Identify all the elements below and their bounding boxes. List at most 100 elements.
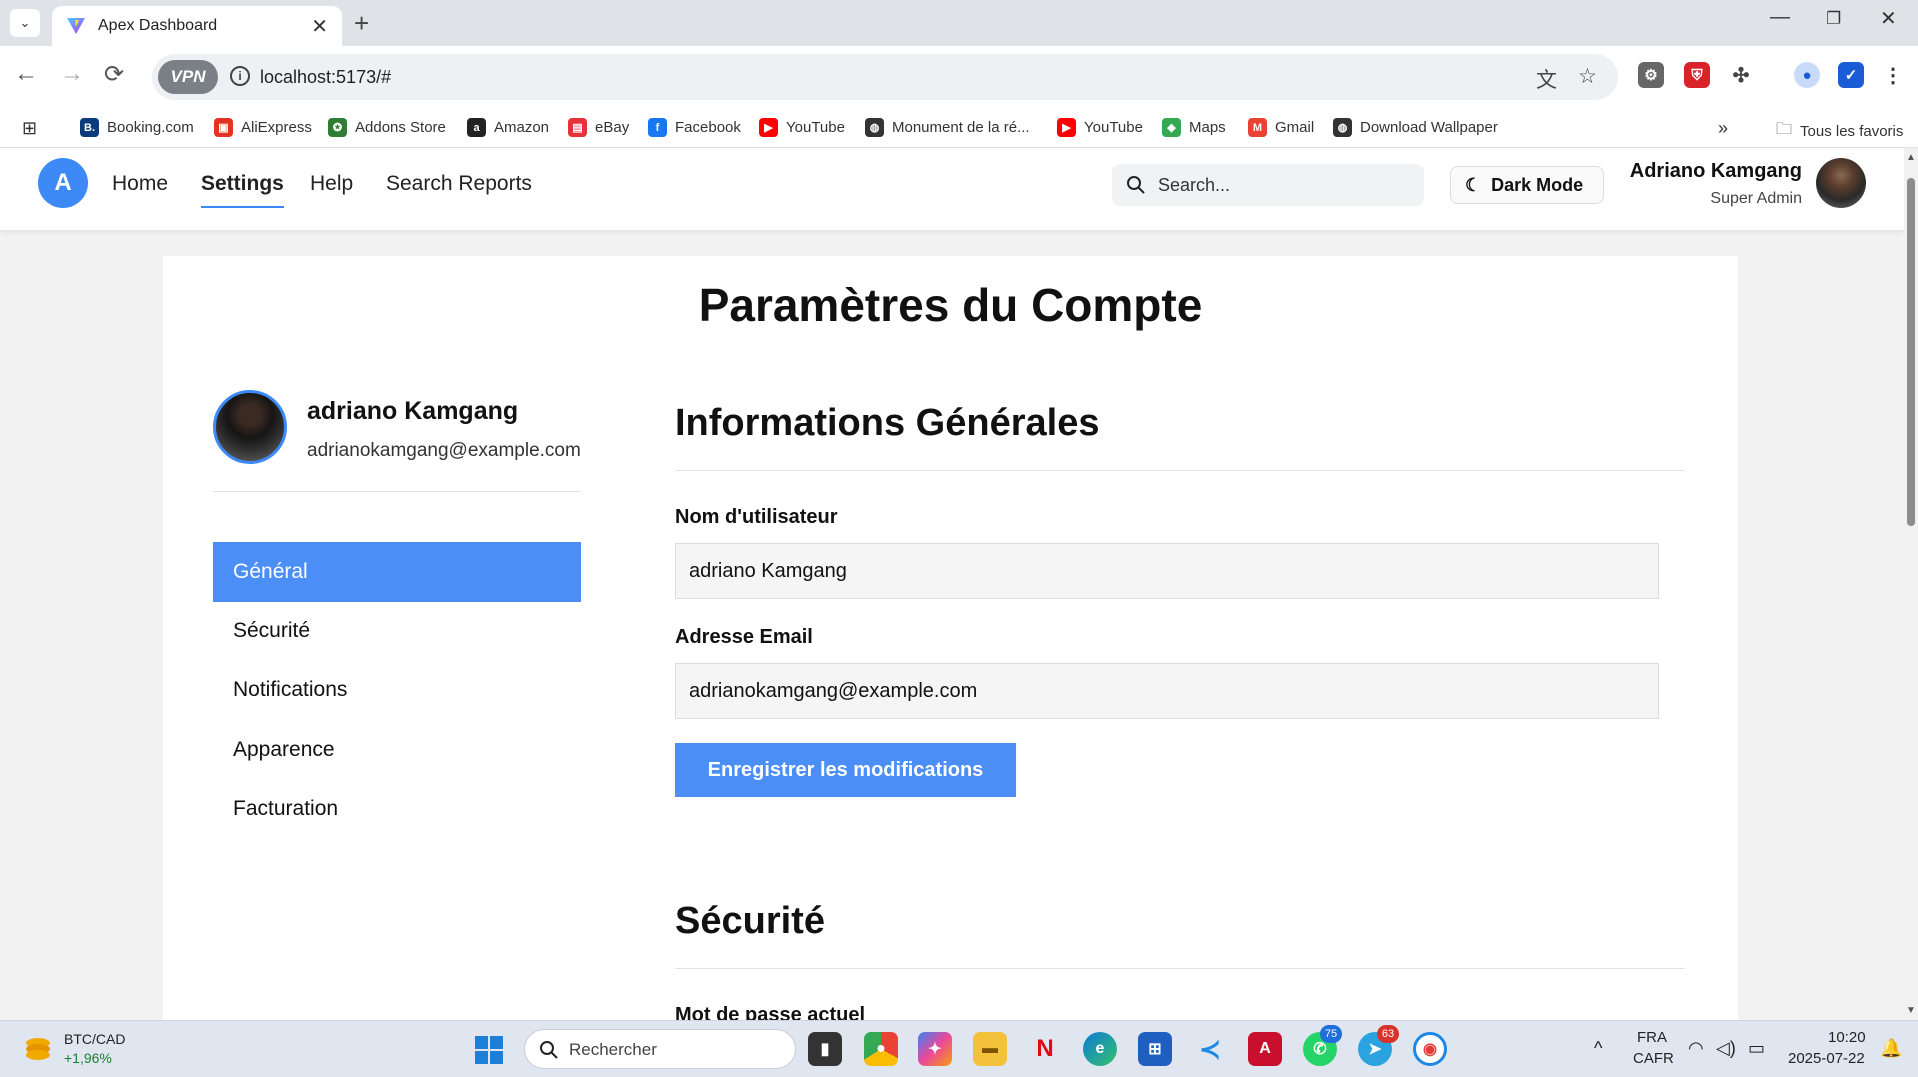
extension-icon[interactable]: ⚙ bbox=[1638, 62, 1664, 88]
site-info-icon[interactable]: i bbox=[230, 66, 250, 86]
dark-mode-label: Dark Mode bbox=[1491, 174, 1584, 195]
bookmark-item[interactable]: M Gmail bbox=[1248, 118, 1314, 137]
more-bookmarks-icon[interactable]: » bbox=[1718, 118, 1728, 139]
coins-icon[interactable] bbox=[22, 1035, 54, 1063]
forward-arrow-icon[interactable]: → bbox=[60, 60, 84, 88]
globe-icon: ◍ bbox=[865, 118, 884, 137]
folder-icon[interactable]: ▬ bbox=[973, 1032, 1007, 1066]
amazon-icon: a bbox=[467, 118, 486, 137]
extensions-puzzle-icon[interactable]: ✣ bbox=[1728, 62, 1754, 88]
youtube-icon: ▶ bbox=[1057, 118, 1076, 137]
scrollbar-thumb[interactable] bbox=[1907, 178, 1915, 526]
bookmark-star-icon[interactable]: ☆ bbox=[1578, 64, 1597, 89]
browser-menu-icon[interactable]: ⋮ bbox=[1880, 62, 1906, 88]
minimize-icon[interactable]: — bbox=[1770, 6, 1790, 29]
browser-tab[interactable]: Apex Dashboard ✕ bbox=[52, 6, 342, 46]
adblock-icon[interactable]: ⛨ bbox=[1684, 62, 1710, 88]
address-bar[interactable]: VPN i localhost:5173/# 文 ☆ bbox=[152, 54, 1618, 100]
sidebar-item-security[interactable]: Sécurité bbox=[213, 601, 581, 661]
all-bookmarks-folder[interactable]: 🗀 Tous les favoris bbox=[1776, 118, 1903, 145]
bookmark-label: YouTube bbox=[1084, 119, 1143, 136]
moon-icon: ☾ bbox=[1465, 174, 1482, 195]
nav-search-reports[interactable]: Search Reports bbox=[386, 172, 532, 196]
back-arrow-icon[interactable]: ← bbox=[14, 60, 38, 88]
file-manager-icon[interactable]: ▮ bbox=[808, 1032, 842, 1066]
bookmark-item[interactable]: ◍ Download Wallpaper bbox=[1333, 118, 1498, 137]
bookmark-label: Monument de la ré... bbox=[892, 119, 1030, 136]
reload-icon[interactable]: ⟳ bbox=[104, 60, 124, 89]
vpn-badge[interactable]: VPN bbox=[158, 60, 218, 94]
email-label: Adresse Email bbox=[675, 626, 813, 648]
new-tab-button[interactable]: + bbox=[354, 8, 369, 39]
profile-avatar[interactable] bbox=[213, 390, 287, 464]
email-field[interactable] bbox=[675, 663, 1659, 719]
bookmark-label: Gmail bbox=[1275, 119, 1315, 136]
clock-time[interactable]: 10:20 bbox=[1828, 1029, 1866, 1046]
folder-icon: 🗀 bbox=[1776, 121, 1793, 138]
bookmark-item[interactable]: ◍ Monument de la ré... bbox=[865, 118, 1030, 137]
page-scrollbar[interactable]: ▲ ▼ bbox=[1904, 148, 1918, 1020]
bookmark-item[interactable]: B. Booking.com bbox=[80, 118, 194, 137]
restore-icon[interactable]: ❐ bbox=[1826, 9, 1841, 29]
bookmark-item[interactable]: a Amazon bbox=[467, 118, 549, 137]
ticker-label: BTC/CAD bbox=[64, 1031, 126, 1047]
taskbar-search[interactable]: Rechercher bbox=[524, 1029, 796, 1069]
window-close-icon[interactable]: ✕ bbox=[1880, 6, 1897, 31]
app-logo[interactable]: A bbox=[38, 158, 88, 208]
tab-title: Apex Dashboard bbox=[98, 17, 218, 34]
clock-date[interactable]: 2025-07-22 bbox=[1788, 1050, 1865, 1067]
sidebar-item-general[interactable]: Général bbox=[213, 542, 581, 602]
chrome-icon[interactable]: ● bbox=[864, 1032, 898, 1066]
language-label[interactable]: FRA bbox=[1637, 1029, 1667, 1046]
dark-mode-button[interactable]: ☾ Dark Mode bbox=[1450, 166, 1604, 204]
bookmark-item[interactable]: ▶ YouTube bbox=[759, 118, 845, 137]
notifications-bell-icon[interactable]: 🔔 bbox=[1880, 1038, 1902, 1059]
ebay-icon: ▤ bbox=[568, 118, 587, 137]
keyboard-layout-label[interactable]: CAFR bbox=[1633, 1050, 1674, 1067]
sidebar-item-appearance[interactable]: Apparence bbox=[213, 720, 581, 780]
bookmark-item[interactable]: ▶ YouTube bbox=[1057, 118, 1143, 137]
bookmark-item[interactable]: ▣ AliExpress bbox=[214, 118, 312, 137]
scroll-up-icon[interactable]: ▲ bbox=[1906, 152, 1916, 163]
search-input[interactable] bbox=[1158, 172, 1408, 198]
tray-expand-icon[interactable]: ^ bbox=[1594, 1038, 1602, 1059]
nav-home[interactable]: Home bbox=[112, 172, 168, 196]
store-icon[interactable]: ⊞ bbox=[1138, 1032, 1172, 1066]
tab-close-icon[interactable]: ✕ bbox=[311, 14, 328, 39]
profile-icon[interactable]: ● bbox=[1794, 62, 1820, 88]
bookmark-label: eBay bbox=[595, 119, 630, 136]
volume-icon[interactable]: ◁) bbox=[1716, 1038, 1736, 1059]
sidebar-item-billing[interactable]: Facturation bbox=[213, 779, 581, 839]
acrobat-icon[interactable]: A bbox=[1248, 1032, 1282, 1066]
bookmark-item[interactable]: ◆ Maps bbox=[1162, 118, 1226, 137]
browser-app-icon[interactable]: ◉ bbox=[1413, 1032, 1447, 1066]
ticker-change: +1,96% bbox=[64, 1050, 112, 1066]
save-button[interactable]: Enregistrer les modifications bbox=[675, 743, 1016, 797]
bookmark-label: Amazon bbox=[494, 119, 550, 136]
copilot-icon[interactable]: ✦ bbox=[918, 1032, 952, 1066]
bookmark-item[interactable]: f Facebook bbox=[648, 118, 741, 137]
nav-help[interactable]: Help bbox=[310, 172, 353, 196]
tab-search-button[interactable]: ⌄ bbox=[10, 9, 40, 37]
wifi-icon[interactable]: ◠ bbox=[1688, 1038, 1704, 1059]
translate-icon[interactable]: 文 bbox=[1536, 64, 1557, 94]
user-avatar[interactable] bbox=[1816, 158, 1866, 208]
gmail-icon: M bbox=[1248, 118, 1267, 137]
battery-icon[interactable]: ▭ bbox=[1748, 1038, 1765, 1059]
bitwarden-icon[interactable]: ✓ bbox=[1838, 62, 1864, 88]
netflix-icon[interactable]: N bbox=[1028, 1032, 1062, 1066]
scroll-down-icon[interactable]: ▼ bbox=[1906, 1005, 1916, 1016]
edge-icon[interactable]: e bbox=[1083, 1032, 1117, 1066]
bookmark-item[interactable]: ✪ Addons Store bbox=[328, 118, 446, 137]
bookmark-item[interactable]: ▤ eBay bbox=[568, 118, 629, 137]
vscode-icon[interactable]: ≺ bbox=[1193, 1032, 1227, 1066]
username-field[interactable] bbox=[675, 543, 1659, 599]
search-icon bbox=[1127, 176, 1145, 194]
url-text[interactable]: localhost:5173/# bbox=[260, 67, 391, 88]
sidebar-item-notifications[interactable]: Notifications bbox=[213, 660, 581, 720]
telegram-badge: 63 bbox=[1377, 1025, 1399, 1043]
nav-settings[interactable]: Settings bbox=[201, 172, 284, 208]
apps-grid-icon[interactable]: ⊞ bbox=[22, 118, 37, 139]
windows-start-icon[interactable] bbox=[474, 1035, 504, 1065]
page-title: Paramètres du Compte bbox=[698, 279, 1203, 331]
